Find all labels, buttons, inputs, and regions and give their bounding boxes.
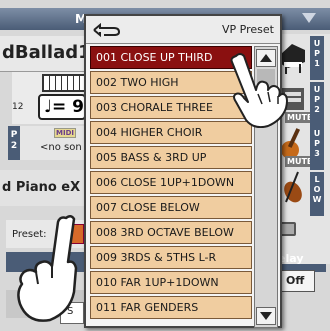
tab-up1[interactable]: U P 1 (310, 36, 324, 80)
song-name[interactable]: dBallad1 (0, 36, 91, 72)
keyboard-icon (42, 74, 88, 92)
hand-pointer-icon (17, 215, 78, 322)
meter-number: 12 (12, 102, 24, 112)
dropdown-arrow-icon[interactable] (302, 13, 316, 23)
popup-title: VP Preset (222, 23, 274, 36)
midi-area: MIDI <no son (20, 126, 86, 160)
midi-badge: MIDI (54, 128, 76, 138)
tab-up2[interactable]: U P 2 (310, 82, 324, 126)
hand-pointer-icon (230, 53, 288, 128)
scroll-down-icon[interactable] (256, 307, 276, 325)
back-arrow-icon[interactable] (92, 23, 122, 37)
track-tab-p2[interactable]: P 2 (8, 126, 20, 160)
list-item[interactable]: 005 BASS & 3RD UP (90, 146, 252, 169)
lock-icon[interactable] (280, 222, 296, 236)
arranger-screen: MT dBallad1 12 ♩= 9 P 2 MIDI <no son d P… (0, 0, 330, 331)
sound-name[interactable]: d Piano eX (0, 170, 90, 206)
list-item[interactable]: 007 CLOSE BELOW (90, 196, 252, 219)
delay-value[interactable]: Off (279, 270, 315, 292)
list-item[interactable]: 008 3RD OCTAVE BELOW (90, 221, 252, 244)
list-item[interactable]: 011 FAR GENDERS (90, 296, 252, 319)
tempo-area: 12 ♩= 9 (12, 72, 88, 124)
tab-low[interactable]: L O W (310, 172, 324, 216)
list-item[interactable]: 006 CLOSE 1UP+1DOWN (90, 171, 252, 194)
tempo-display[interactable]: ♩= 9 (38, 94, 86, 120)
tab-up3[interactable]: U P 3 (310, 126, 324, 170)
no-song-label: <no son (40, 142, 82, 153)
list-item[interactable]: 010 FAR 1UP+1DOWN (90, 271, 252, 294)
list-item[interactable]: 009 3RDS & 5THS L-R (90, 246, 252, 269)
popup-header: VP Preset (86, 16, 280, 44)
violin-icon (284, 171, 302, 203)
